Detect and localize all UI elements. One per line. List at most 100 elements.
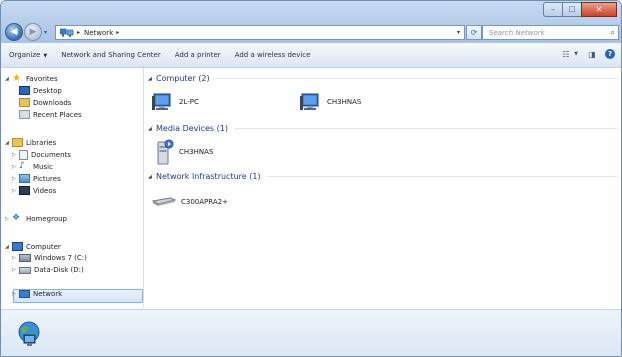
- libraries-icon: [12, 138, 23, 147]
- breadcrumb-separator-icon[interactable]: ▸: [77, 29, 80, 36]
- refresh-button[interactable]: ⟳: [466, 25, 482, 40]
- pictures-icon: [19, 174, 30, 183]
- computer-icon: [12, 242, 23, 251]
- drive-icon: [19, 266, 31, 274]
- system-drive-icon: [19, 254, 31, 262]
- downloads-folder-icon: [19, 98, 30, 107]
- media-item-ch3hnas[interactable]: CH3HNAS: [156, 138, 213, 166]
- group-divider: [233, 128, 618, 129]
- nav-pictures[interactable]: ▷ Pictures: [12, 174, 61, 183]
- organize-menu[interactable]: Organize ▼: [9, 51, 47, 59]
- nav-videos-label: Videos: [33, 186, 57, 195]
- nav-buttons: ◀ ▶ ▾: [5, 23, 47, 41]
- nav-data-disk[interactable]: ▷ Data-Disk (D:): [12, 266, 84, 274]
- collapse-icon[interactable]: ◢: [148, 174, 156, 180]
- nav-windows-drive[interactable]: ▷ Windows 7 (C:): [12, 254, 87, 262]
- infrastructure-item-c300apra2[interactable]: C300APRA2+: [152, 196, 228, 208]
- title-bar: – ☐ ✕ ◀ ▶ ▾ ▸ Network ▸ ▾ ⟳ Search Netwo…: [1, 1, 621, 43]
- expand-icon[interactable]: ◢: [5, 140, 12, 146]
- breadcrumb-separator-icon[interactable]: ▸: [116, 29, 119, 36]
- network-item-2l-pc[interactable]: 2L-PC: [152, 92, 199, 112]
- expand-icon[interactable]: ▷: [12, 152, 19, 158]
- desktop-icon: [19, 86, 30, 95]
- network-sharing-center-button[interactable]: Network and Sharing Center: [61, 51, 161, 59]
- content-pane: ◢ Computer (2) 2L-PC CH3HNAS ◢ Media Dev…: [144, 68, 621, 308]
- search-icon[interactable]: ⌕: [611, 28, 615, 38]
- nav-music[interactable]: ▷ ♪ Music: [12, 162, 53, 171]
- add-printer-button[interactable]: Add a printer: [175, 51, 221, 59]
- expand-icon[interactable]: ▷: [12, 176, 19, 182]
- expand-icon[interactable]: ▷: [12, 255, 19, 261]
- collapse-icon[interactable]: ◢: [148, 76, 156, 82]
- nav-computer-label: Computer: [26, 242, 61, 251]
- forward-button[interactable]: ▶: [24, 23, 42, 41]
- expand-icon[interactable]: ◢: [5, 244, 12, 250]
- group-title: Media Devices (1): [156, 124, 228, 133]
- close-button[interactable]: ✕: [581, 2, 617, 17]
- search-placeholder[interactable]: Search Network: [489, 29, 545, 37]
- group-network-infrastructure[interactable]: ◢ Network Infrastructure (1): [148, 172, 618, 181]
- group-divider: [266, 176, 618, 177]
- nav-recent-places[interactable]: Recent Places: [19, 110, 82, 119]
- window-controls: – ☐ ✕: [543, 2, 617, 17]
- star-icon: ★: [12, 73, 21, 84]
- homegroup-icon: ❖: [12, 213, 21, 223]
- nav-desktop-label: Desktop: [33, 86, 62, 95]
- nav-downloads[interactable]: Downloads: [19, 98, 71, 107]
- nav-libraries[interactable]: ◢ Libraries: [5, 138, 56, 147]
- group-title: Computer (2): [156, 74, 210, 83]
- add-wireless-device-button[interactable]: Add a wireless device: [235, 51, 311, 59]
- nav-windows-drive-label: Windows 7 (C:): [34, 254, 87, 262]
- nav-pictures-label: Pictures: [33, 174, 61, 183]
- view-dropdown-icon[interactable]: ▼: [573, 48, 579, 60]
- videos-icon: [19, 186, 30, 195]
- expand-icon[interactable]: ▷: [12, 164, 19, 170]
- computer-monitor-icon: [152, 93, 171, 110]
- collapse-icon[interactable]: ◢: [148, 126, 156, 132]
- recent-pages-dropdown[interactable]: ▾: [44, 29, 47, 36]
- search-box[interactable]: Search Network ⌕: [482, 25, 619, 40]
- address-dropdown-icon[interactable]: ▾: [457, 29, 460, 36]
- back-button[interactable]: ◀: [5, 23, 23, 41]
- nav-homegroup-label: Homegroup: [26, 214, 68, 223]
- group-computer[interactable]: ◢ Computer (2): [148, 74, 618, 83]
- item-label: 2L-PC: [179, 98, 199, 106]
- expand-icon[interactable]: ▷: [5, 216, 12, 222]
- help-icon[interactable]: ?: [605, 49, 615, 59]
- expand-icon[interactable]: ▷: [12, 188, 19, 194]
- nav-videos[interactable]: ▷ Videos: [12, 186, 56, 195]
- nav-music-label: Music: [33, 162, 53, 171]
- group-media-devices[interactable]: ◢ Media Devices (1): [148, 124, 618, 133]
- nav-documents-label: Documents: [31, 151, 71, 159]
- maximize-button[interactable]: ☐: [562, 2, 582, 17]
- expand-icon[interactable]: ▷: [12, 267, 19, 273]
- navigation-pane: ◢ ★ Favorites Desktop Downloads Recent P…: [1, 68, 144, 308]
- nav-recent-places-label: Recent Places: [33, 110, 82, 119]
- network-icon: [19, 290, 30, 298]
- nav-libraries-label: Libraries: [26, 138, 57, 147]
- breadcrumb-network[interactable]: Network: [84, 29, 113, 37]
- chevron-down-icon: ▼: [43, 53, 48, 59]
- computer-monitor-icon: [300, 93, 319, 110]
- nav-network-label: Network: [33, 290, 63, 298]
- expand-icon[interactable]: ◢: [5, 76, 12, 82]
- nav-computer[interactable]: ◢ Computer: [5, 242, 61, 251]
- expand-icon[interactable]: ▷: [12, 291, 19, 297]
- nav-network[interactable]: ▷ Network: [12, 290, 62, 298]
- nav-desktop[interactable]: Desktop: [19, 86, 62, 95]
- nav-favorites[interactable]: ◢ ★ Favorites: [5, 73, 58, 84]
- network-icon: [60, 28, 74, 37]
- nav-documents[interactable]: ▷ Documents: [12, 150, 71, 160]
- view-options-icon[interactable]: ☷: [559, 48, 573, 60]
- router-icon: [152, 197, 176, 206]
- nav-homegroup[interactable]: ▷ ❖ Homegroup: [5, 214, 67, 223]
- item-label: CH3HNAS: [179, 148, 214, 156]
- group-divider: [215, 78, 618, 79]
- preview-pane-icon[interactable]: ◨: [585, 48, 599, 60]
- minimize-button[interactable]: –: [543, 2, 563, 17]
- network-item-ch3hnas-computer[interactable]: CH3HNAS: [300, 92, 361, 112]
- address-bar[interactable]: ▸ Network ▸ ▾: [55, 25, 465, 40]
- media-server-icon: [157, 139, 174, 165]
- network-globe-icon: [18, 321, 40, 346]
- documents-icon: [19, 150, 28, 160]
